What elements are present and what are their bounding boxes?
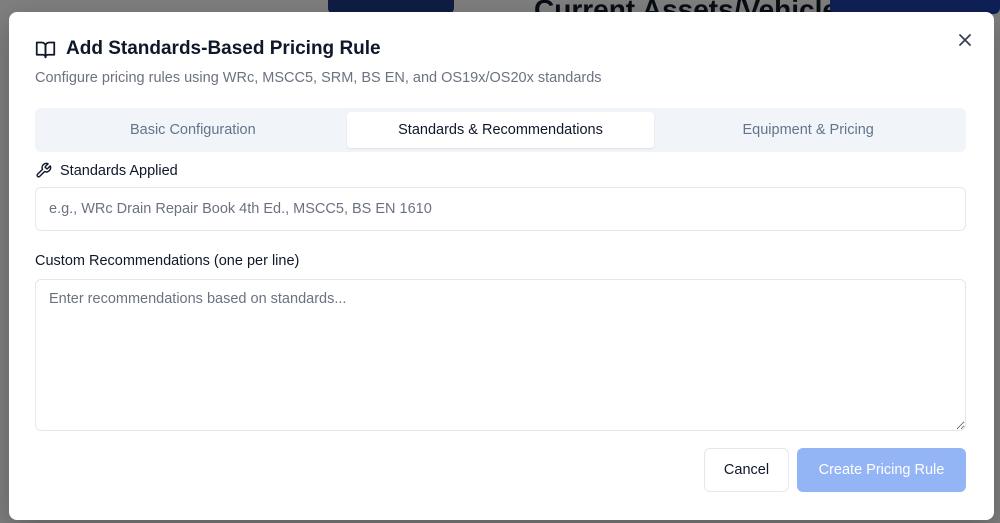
standards-applied-input[interactable] [35, 187, 966, 231]
dialog-header: Add Standards-Based Pricing Rule [35, 38, 381, 60]
tab-equipment-pricing[interactable]: Equipment & Pricing [654, 112, 962, 148]
close-icon [959, 34, 971, 46]
close-button[interactable] [955, 30, 975, 50]
create-pricing-rule-button[interactable]: Create Pricing Rule [797, 448, 966, 492]
standards-applied-label: Standards Applied [60, 162, 178, 179]
dialog-title: Add Standards-Based Pricing Rule [66, 38, 381, 59]
custom-recommendations-textarea[interactable] [35, 279, 966, 431]
pricing-rule-dialog: Add Standards-Based Pricing Rule Configu… [9, 12, 994, 520]
recommendations-label-row: Custom Recommendations (one per line) [35, 253, 299, 269]
tab-list: Basic Configuration Standards & Recommen… [35, 108, 966, 152]
dialog-subtitle: Configure pricing rules using WRc, MSCC5… [35, 70, 602, 86]
book-open-icon [35, 39, 56, 60]
cancel-button[interactable]: Cancel [704, 448, 789, 492]
wrench-icon [35, 162, 52, 179]
custom-recommendations-label: Custom Recommendations (one per line) [35, 253, 300, 269]
tab-basic-configuration[interactable]: Basic Configuration [39, 112, 347, 148]
tab-standards-recommendations[interactable]: Standards & Recommendations [346, 112, 655, 148]
standards-label-row: Standards Applied [35, 162, 178, 179]
